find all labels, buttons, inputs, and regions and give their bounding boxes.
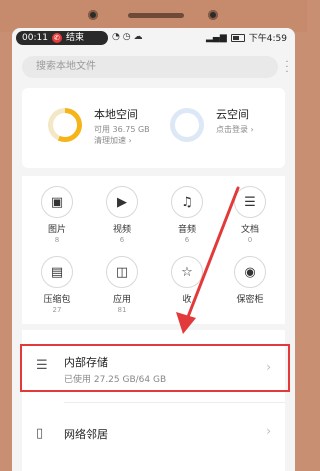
music-icon: ♫ (171, 186, 203, 218)
network-neighbor-title: 网络邻居 (64, 428, 108, 441)
image-icon: ▣ (41, 186, 73, 218)
alarm-icon: ◷ (122, 32, 131, 42)
category-label: 图片 (47, 225, 66, 235)
category-count: 27 (52, 306, 62, 314)
status-icons: ◔ ◷ ☁ (112, 32, 142, 42)
local-space-ring[interactable] (48, 108, 82, 142)
bag-icon: ◫ (106, 256, 138, 288)
local-space-free: 可用 36.75 GB (94, 125, 150, 134)
front-sensor (208, 10, 218, 20)
status-bar: 00:11 ✆ 结束 ◔ ◷ ☁ ▂▄▆ 下午4:59 (12, 28, 295, 48)
category-count: 0 (247, 236, 253, 244)
local-space-title[interactable]: 本地空间 (94, 106, 138, 122)
category-archives[interactable]: ▤ 压缩包 27 (27, 256, 87, 314)
earpiece-speaker (128, 13, 184, 18)
category-safe[interactable]: ◉ 保密柜 (220, 256, 280, 306)
clean-accelerate-link[interactable]: 清理加速 › (94, 135, 132, 146)
cloud-icon: ☁ (133, 32, 143, 42)
category-count: 6 (184, 236, 190, 244)
network-phone-icon: ▯ (36, 426, 44, 441)
category-documents[interactable]: ☰ 文档 0 (220, 186, 280, 244)
category-label: 文档 (240, 225, 259, 235)
safe-icon: ◉ (234, 256, 266, 288)
status-right: ▂▄▆ 下午4:59 (206, 31, 287, 45)
search-placeholder: 搜索本地文件 (36, 61, 96, 72)
signal-icon: ▂▄▆ (206, 32, 227, 43)
category-label: 压缩包 (43, 295, 71, 305)
chevron-right-icon: › (266, 424, 271, 438)
category-apps[interactable]: ◫ 应用 81 (92, 256, 152, 314)
zip-icon: ▤ (41, 256, 73, 288)
category-label: 应用 (112, 295, 131, 305)
category-video[interactable]: ▶ 视频 6 (92, 186, 152, 244)
category-audio[interactable]: ♫ 音频 6 (157, 186, 217, 244)
clock: 下午4:59 (248, 34, 287, 44)
star-icon: ☆ (171, 256, 203, 288)
category-count: 6 (119, 236, 125, 244)
call-pill[interactable]: 00:11 ✆ 结束 (16, 31, 108, 45)
document-icon: ☰ (234, 186, 266, 218)
cloud-login-link[interactable]: 点击登录 › (216, 124, 254, 135)
call-end-label: 结束 (65, 33, 84, 43)
battery-icon (230, 33, 245, 42)
cloud-space-title[interactable]: 云空间 (216, 106, 249, 122)
category-images[interactable]: ▣ 图片 8 (27, 186, 87, 244)
front-camera (88, 10, 98, 20)
network-neighbor-row[interactable]: ▯ 网络邻居 › (22, 414, 285, 454)
more-menu-icon[interactable]: · · · (285, 58, 289, 78)
screen: 00:11 ✆ 结束 ◔ ◷ ☁ ▂▄▆ 下午4:59 搜索本地文件 · · · 本… (12, 28, 295, 471)
call-time: 00:11 (22, 33, 48, 43)
category-count: 81 (117, 306, 127, 314)
highlight-box (20, 344, 290, 392)
category-label: 视频 (112, 225, 131, 235)
hangup-icon: ✆ (51, 33, 62, 43)
category-label: 保密柜 (236, 295, 264, 305)
category-favorites[interactable]: ☆ 收 (157, 256, 217, 306)
storage-list: ☰ 内部存储 已使用 27.25 GB/64 GB › ▯ 网络邻居 › (20, 330, 290, 471)
wifi-icon: ◔ (112, 32, 120, 42)
category-grid: ▣ 图片 8 ▶ 视频 6 ♫ 音频 6 ☰ 文档 0 ▤ 压缩包 27 ◫ 应… (22, 176, 285, 324)
category-label: 音频 (177, 225, 196, 235)
category-count: 8 (54, 236, 60, 244)
search-input[interactable]: 搜索本地文件 (22, 56, 278, 78)
storage-card: 本地空间 可用 36.75 GB 清理加速 › 云空间 点击登录 › (22, 88, 285, 168)
category-label: 收 (182, 295, 192, 305)
cloud-space-ring[interactable] (170, 108, 204, 142)
video-icon: ▶ (106, 186, 138, 218)
divider (64, 402, 285, 403)
